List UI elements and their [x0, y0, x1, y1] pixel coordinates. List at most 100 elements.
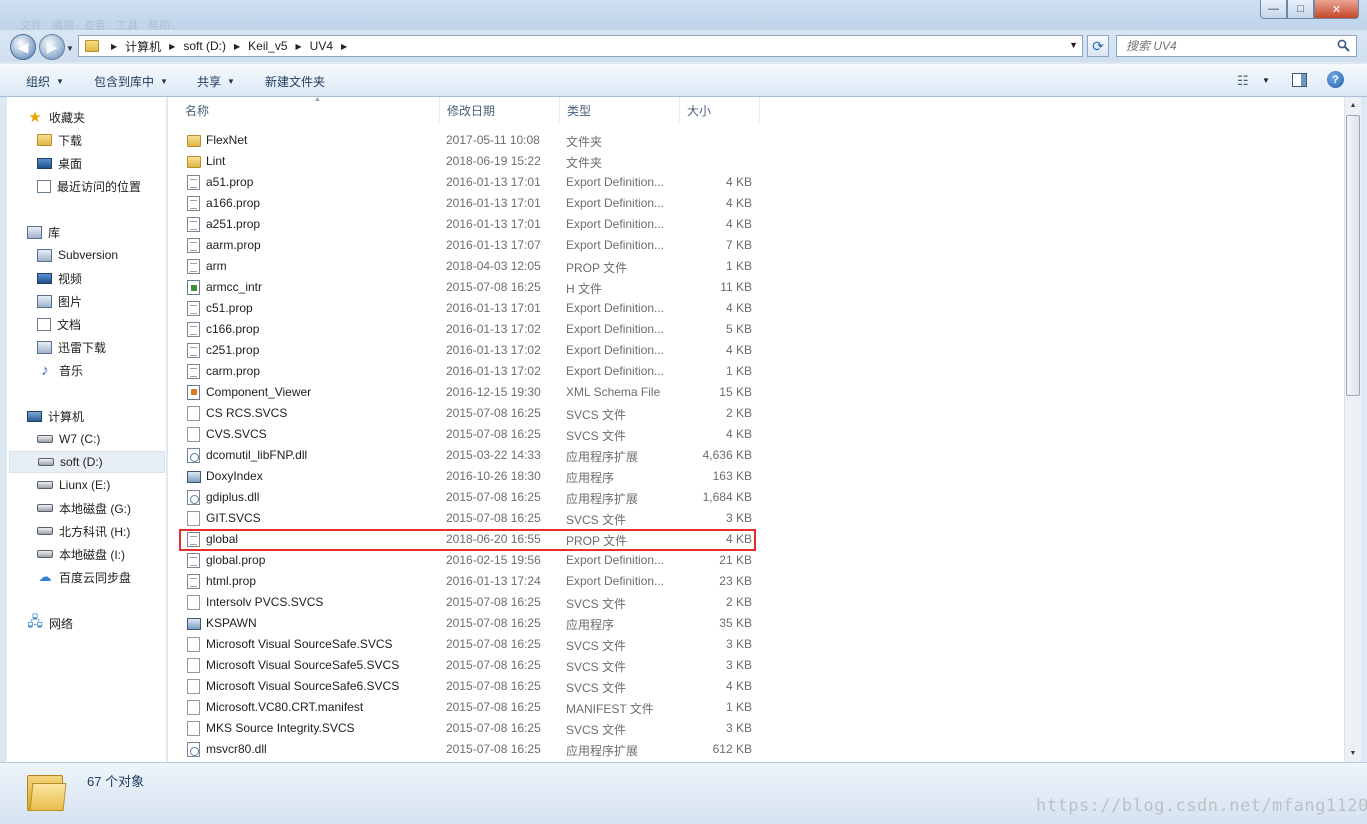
scroll-up-icon[interactable]: ▲: [1345, 97, 1361, 114]
minimize-button[interactable]: —: [1260, 0, 1287, 19]
breadcrumb-separator-icon[interactable]: ▶: [169, 42, 175, 51]
sidebar-item-label: 视频: [58, 271, 83, 286]
file-row[interactable]: aarm.prop 2016-01-13 17:07 Export Definiti…: [168, 235, 928, 256]
file-name: a251.prop: [206, 217, 261, 231]
include-library-button[interactable]: 包含到库中 ▼: [94, 73, 168, 90]
desktop-icon: [37, 157, 52, 169]
sidebar-item-libraries[interactable]: 库: [27, 221, 185, 243]
file-row[interactable]: armcc_intr 2015-07-08 16:25 H 文件 11 KB: [168, 277, 928, 298]
breadcrumb-drive-d[interactable]: soft (D:): [183, 39, 226, 53]
drive-icon: [37, 550, 53, 558]
file-row[interactable]: dcomutil_libFNP.dll 2015-03-22 14:33 应用程序扩…: [168, 445, 928, 466]
file-date: 2015-07-08 16:25: [446, 406, 541, 420]
file-row[interactable]: carm.prop 2016-01-13 17:02 Export Definiti…: [168, 361, 928, 382]
file-row[interactable]: c166.prop 2016-01-13 17:02 Export Definiti…: [168, 319, 928, 340]
sidebar-item-favorites[interactable]: ★ 收藏夹: [27, 106, 185, 128]
breadcrumb-separator-icon[interactable]: ▶: [234, 42, 240, 51]
item-count: 67 个对象: [87, 774, 145, 789]
view-options-icon[interactable]: ☷: [1237, 73, 1249, 89]
breadcrumb-separator-icon[interactable]: ▶: [111, 42, 117, 51]
vertical-scrollbar[interactable]: ▲ ▼: [1344, 97, 1361, 762]
file-row[interactable]: CVS.SVCS 2015-07-08 16:25 SVCS 文件 4 KB: [168, 424, 928, 445]
file-row[interactable]: FlexNet 2017-05-11 10:08 文件夹: [168, 130, 928, 151]
file-size: 4 KB: [725, 679, 752, 693]
file-row[interactable]: MKS Source Integrity.SVCS 2015-07-08 16:2…: [168, 718, 928, 739]
file-type: SVCS 文件: [566, 513, 627, 527]
file-row[interactable]: a51.prop 2016-01-13 17:01 Export Definitio…: [168, 172, 928, 193]
file-row[interactable]: Component_Viewer 2016-12-15 19:30 XML Sche…: [168, 382, 928, 403]
new-folder-button[interactable]: 新建文件夹: [265, 73, 325, 90]
file-row[interactable]: KSPAWN 2015-07-08 16:25 应用程序 35 KB: [168, 613, 928, 634]
forward-button[interactable]: ▶: [39, 34, 65, 60]
maximize-button[interactable]: □: [1287, 0, 1314, 19]
file-row[interactable]: CS RCS.SVCS 2015-07-08 16:25 SVCS 文件 2 KB: [168, 403, 928, 424]
search-box[interactable]: [1116, 35, 1357, 57]
close-button[interactable]: ✕: [1314, 0, 1359, 19]
organize-button[interactable]: 组织 ▼: [26, 73, 64, 90]
sidebar-item-label: 库: [48, 225, 61, 240]
file-date: 2017-05-11 10:08: [446, 133, 540, 147]
folder-icon: [85, 40, 99, 52]
breadcrumb-computer[interactable]: 计算机: [125, 38, 161, 55]
file-date: 2015-07-08 16:25: [446, 490, 541, 504]
help-icon[interactable]: ?: [1327, 71, 1344, 88]
file-row[interactable]: Microsoft Visual SourceSafe6.SVCS 2015-07…: [168, 676, 928, 697]
file-row[interactable]: a166.prop 2016-01-13 17:01 Export Definiti…: [168, 193, 928, 214]
file-type: Export Definition...: [566, 217, 665, 231]
drive-icon: [38, 458, 54, 466]
column-header-type[interactable]: 类型: [560, 97, 680, 123]
file-date: 2015-07-08 16:25: [446, 637, 541, 651]
dll-file-icon: [187, 490, 200, 505]
file-row[interactable]: Microsoft.VC80.CRT.manifest 2015-07-08 16…: [168, 697, 928, 718]
file-size: 7 KB: [725, 238, 752, 252]
file-row[interactable]: global.prop 2016-02-15 19:56 Export Defini…: [168, 550, 928, 571]
file-row[interactable]: DoxyIndex 2016-10-26 18:30 应用程序 163 KB: [168, 466, 928, 487]
file-row[interactable]: msvcr80.dll 2015-07-08 16:25 应用程序扩展 612 KB: [168, 739, 928, 760]
file-size: 2 KB: [725, 595, 752, 609]
file-row[interactable]: html.prop 2016-01-13 17:24 Export Definiti…: [168, 571, 928, 592]
file-row[interactable]: Intersolv PVCS.SVCS 2015-07-08 16:25 SVCS …: [168, 592, 928, 613]
sidebar-item-label: Subversion: [58, 248, 119, 262]
address-bar[interactable]: ▶ 计算机 ▶ soft (D:) ▶ Keil_v5 ▶ UV4 ▶ ▼: [78, 35, 1083, 57]
chevron-down-icon[interactable]: ▼: [1262, 76, 1270, 85]
refresh-button[interactable]: ⟳: [1087, 35, 1109, 57]
file-size: 4 KB: [725, 217, 752, 231]
preview-pane-icon[interactable]: [1292, 73, 1307, 87]
file-size: 4 KB: [725, 301, 752, 315]
file-row[interactable]: GIT.SVCS 2015-07-08 16:25 SVCS 文件 3 KB: [168, 508, 928, 529]
scroll-down-icon[interactable]: ▼: [1345, 745, 1361, 762]
file-row[interactable]: gdiplus.dll 2015-07-08 16:25 应用程序扩展 1,684 K…: [168, 487, 928, 508]
address-dropdown-icon[interactable]: ▼: [1069, 40, 1078, 50]
file-row[interactable]: Lint 2018-06-19 15:22 文件夹: [168, 151, 928, 172]
sidebar-item-drive-d[interactable]: soft (D:): [9, 451, 165, 473]
file-row[interactable]: c251.prop 2016-01-13 17:02 Export Definiti…: [168, 340, 928, 361]
file-row[interactable]: a251.prop 2016-01-13 17:01 Export Definiti…: [168, 214, 928, 235]
scroll-thumb[interactable]: [1346, 115, 1360, 396]
search-input[interactable]: [1126, 36, 1326, 56]
file-type: 应用程序: [566, 618, 615, 632]
history-dropdown-icon[interactable]: ▼: [66, 44, 74, 53]
sidebar-item-network[interactable]: 🖧 网络: [27, 612, 185, 634]
breadcrumb-uv4[interactable]: UV4: [310, 39, 333, 53]
blank-file-icon: [187, 721, 200, 736]
file-row[interactable]: Microsoft Visual SourceSafe.SVCS 2015-07-…: [168, 634, 928, 655]
sidebar-item-computer[interactable]: 计算机: [27, 405, 185, 427]
file-name: Microsoft Visual SourceSafe5.SVCS: [206, 658, 400, 672]
column-header-date[interactable]: 修改日期: [440, 97, 560, 123]
share-button[interactable]: 共享 ▼: [197, 73, 235, 90]
column-header-size[interactable]: 大小: [680, 97, 760, 123]
breadcrumb-separator-icon[interactable]: ▶: [341, 42, 347, 51]
sidebar-item-label: Liunx (E:): [59, 478, 111, 492]
file-row[interactable]: c51.prop 2016-01-13 17:01 Export Definitio…: [168, 298, 928, 319]
sidebar-item-label: 音乐: [59, 363, 84, 378]
breadcrumb-separator-icon[interactable]: ▶: [296, 42, 302, 51]
back-button[interactable]: ◀: [10, 34, 36, 60]
share-label: 共享: [197, 75, 222, 89]
sidebar-item-label: 本地磁盘 (G:): [59, 501, 131, 516]
file-name: a166.prop: [206, 196, 261, 210]
file-row[interactable]: arm 2018-04-03 12:05 PROP 文件 1 KB: [168, 256, 928, 277]
file-row[interactable]: Microsoft Visual SourceSafe5.SVCS 2015-07…: [168, 655, 928, 676]
breadcrumb-keil[interactable]: Keil_v5: [248, 39, 287, 53]
search-icon[interactable]: [1337, 39, 1350, 52]
column-header-name[interactable]: 名称 ▲: [178, 96, 440, 123]
